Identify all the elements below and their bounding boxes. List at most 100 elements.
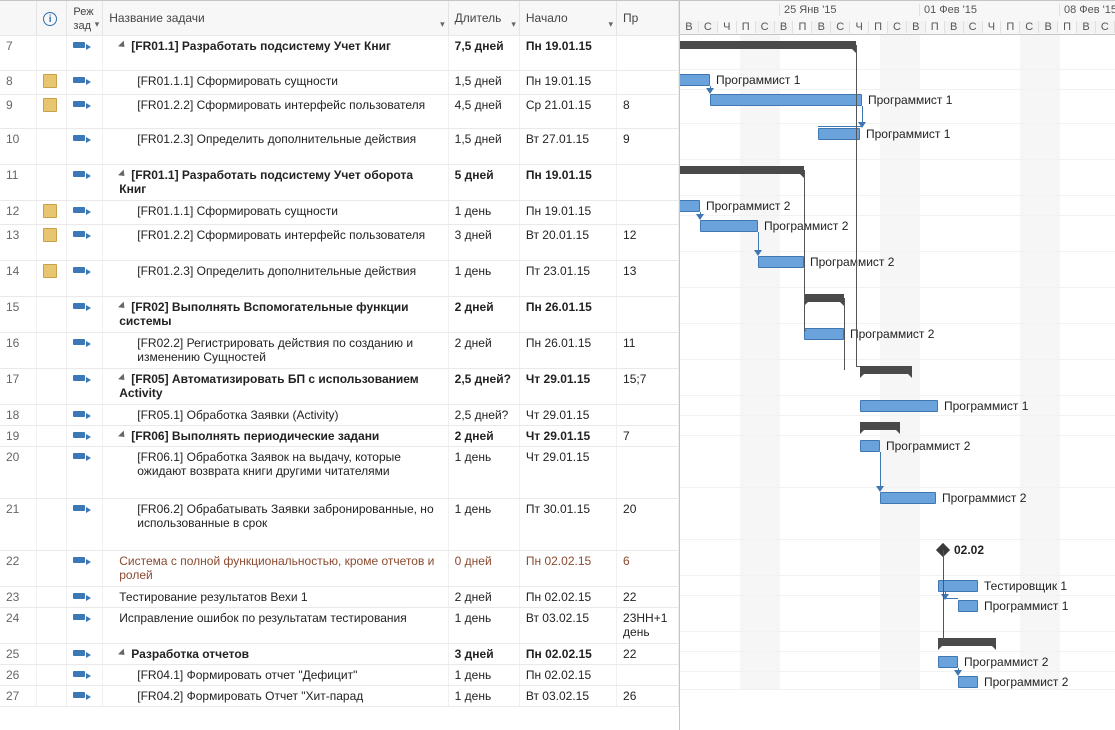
row-number[interactable]: 26 (0, 665, 37, 686)
summary-bar[interactable] (860, 366, 912, 374)
collapse-toggle-icon[interactable] (119, 433, 127, 441)
duration-cell[interactable]: 2 дней (448, 426, 519, 447)
gantt-row[interactable]: Программист 2 (680, 672, 1115, 690)
start-cell[interactable]: Вт 03.02.15 (519, 686, 616, 707)
hdr-pred[interactable]: Пр (617, 1, 679, 36)
indicator-cell[interactable] (37, 201, 67, 225)
task-mode-cell[interactable] (67, 426, 103, 447)
indicator-cell[interactable] (37, 447, 67, 499)
gantt-row[interactable]: Тестировщик 1 (680, 576, 1115, 596)
task-name-cell[interactable]: Система с полной функциональностью, кром… (103, 551, 448, 587)
indicator-cell[interactable] (37, 665, 67, 686)
duration-cell[interactable]: 3 дней (448, 644, 519, 665)
predecessor-cell[interactable] (617, 665, 679, 686)
duration-cell[interactable]: 1 день (448, 608, 519, 644)
task-grid[interactable]: i Реж зад ▾ Название задачи ▾ Длитель ▾ (0, 1, 680, 730)
collapse-toggle-icon[interactable] (119, 304, 127, 312)
indicator-cell[interactable] (37, 587, 67, 608)
task-row[interactable]: 23Тестирование результатов Вехи 12 днейП… (0, 587, 679, 608)
task-bar[interactable] (860, 440, 880, 452)
task-name-cell[interactable]: [FR02.2] Регистрировать действия по созд… (103, 333, 448, 369)
task-bar[interactable] (958, 600, 978, 612)
start-cell[interactable]: Вт 20.01.15 (519, 225, 616, 261)
indicator-cell[interactable] (37, 333, 67, 369)
collapse-toggle-icon[interactable] (119, 651, 127, 659)
task-row[interactable]: 27[FR04.2] Формировать Отчет "Хит-парад1… (0, 686, 679, 707)
task-mode-cell[interactable] (67, 405, 103, 426)
task-mode-cell[interactable] (67, 71, 103, 95)
row-number[interactable]: 9 (0, 95, 37, 129)
row-number[interactable]: 16 (0, 333, 37, 369)
predecessor-cell[interactable]: 23НН+1 день (617, 608, 679, 644)
duration-cell[interactable]: 2,5 дней? (448, 369, 519, 405)
task-bar[interactable] (938, 580, 978, 592)
indicator-cell[interactable] (37, 644, 67, 665)
indicator-cell[interactable] (37, 369, 67, 405)
predecessor-cell[interactable]: 7 (617, 426, 679, 447)
start-cell[interactable]: Пн 19.01.15 (519, 165, 616, 201)
task-row[interactable]: 21[FR06.2] Обрабатывать Заявки заброниро… (0, 499, 679, 551)
row-number[interactable]: 19 (0, 426, 37, 447)
hdr-num[interactable] (0, 1, 37, 36)
task-name-cell[interactable]: Тестирование результатов Вехи 1 (103, 587, 448, 608)
indicator-cell[interactable] (37, 71, 67, 95)
duration-cell[interactable]: 2 дней (448, 587, 519, 608)
indicator-cell[interactable] (37, 686, 67, 707)
task-row[interactable]: 24Исправление ошибок по результатам тест… (0, 608, 679, 644)
predecessor-cell[interactable]: 20 (617, 499, 679, 551)
duration-cell[interactable]: 4,5 дней (448, 95, 519, 129)
start-cell[interactable]: Чт 29.01.15 (519, 369, 616, 405)
row-number[interactable]: 24 (0, 608, 37, 644)
start-cell[interactable]: Ср 21.01.15 (519, 95, 616, 129)
task-mode-cell[interactable] (67, 369, 103, 405)
duration-cell[interactable]: 3 дней (448, 225, 519, 261)
task-name-cell[interactable]: [FR06] Выполнять периодические задани (103, 426, 448, 447)
start-cell[interactable]: Чт 29.01.15 (519, 426, 616, 447)
duration-cell[interactable]: 1 день (448, 201, 519, 225)
task-mode-cell[interactable] (67, 499, 103, 551)
task-row[interactable]: 9[FR01.2.2] Сформировать интерфейс польз… (0, 95, 679, 129)
summary-bar[interactable] (938, 638, 996, 646)
task-mode-cell[interactable] (67, 447, 103, 499)
gantt-row[interactable]: Программист 2 (680, 196, 1115, 216)
task-name-cell[interactable]: [FR01.2.2] Сформировать интерфейс пользо… (103, 225, 448, 261)
gantt-row[interactable]: Программист 2 (680, 488, 1115, 540)
indicator-cell[interactable] (37, 95, 67, 129)
start-cell[interactable]: Чт 29.01.15 (519, 447, 616, 499)
indicator-cell[interactable] (37, 551, 67, 587)
gantt-row[interactable]: Программист 1 (680, 596, 1115, 632)
start-cell[interactable]: Вт 03.02.15 (519, 608, 616, 644)
duration-cell[interactable]: 2,5 дней? (448, 405, 519, 426)
predecessor-cell[interactable] (617, 405, 679, 426)
predecessor-cell[interactable]: 13 (617, 261, 679, 297)
task-name-cell[interactable]: Разработка отчетов (103, 644, 448, 665)
indicator-cell[interactable] (37, 608, 67, 644)
indicator-cell[interactable] (37, 129, 67, 165)
task-row[interactable]: 26[FR04.1] Формировать отчет "Дефицит"1 … (0, 665, 679, 686)
collapse-toggle-icon[interactable] (119, 376, 127, 384)
task-row[interactable]: 11[FR01.1] Разработать подсистему Учет о… (0, 165, 679, 201)
row-number[interactable]: 15 (0, 297, 37, 333)
row-number[interactable]: 20 (0, 447, 37, 499)
predecessor-cell[interactable]: 8 (617, 95, 679, 129)
row-number[interactable]: 8 (0, 71, 37, 95)
gantt-row[interactable]: Программист 1 (680, 124, 1115, 160)
gantt-row[interactable] (680, 632, 1115, 652)
row-number[interactable]: 27 (0, 686, 37, 707)
row-number[interactable]: 17 (0, 369, 37, 405)
task-row[interactable]: 16 [FR02.2] Регистрировать действия по со… (0, 333, 679, 369)
task-name-cell[interactable]: [FR05.1] Обработка Заявки (Activity) (103, 405, 448, 426)
hdr-start[interactable]: Начало ▾ (519, 1, 616, 36)
start-cell[interactable]: Пн 02.02.15 (519, 665, 616, 686)
task-mode-cell[interactable] (67, 201, 103, 225)
task-mode-cell[interactable] (67, 36, 103, 71)
gantt-row[interactable]: 02.02 (680, 540, 1115, 576)
gantt-row[interactable] (680, 35, 1115, 70)
predecessor-cell[interactable]: 11 (617, 333, 679, 369)
duration-cell[interactable]: 1 день (448, 447, 519, 499)
task-bar[interactable] (700, 220, 758, 232)
task-mode-cell[interactable] (67, 165, 103, 201)
predecessor-cell[interactable] (617, 36, 679, 71)
task-name-cell[interactable]: [FR01.2.3] Определить дополнительные дей… (103, 129, 448, 165)
gantt-chart[interactable]: в '1525 Янв '1501 Фев '1508 Фев '15 ВСЧП… (680, 1, 1115, 730)
